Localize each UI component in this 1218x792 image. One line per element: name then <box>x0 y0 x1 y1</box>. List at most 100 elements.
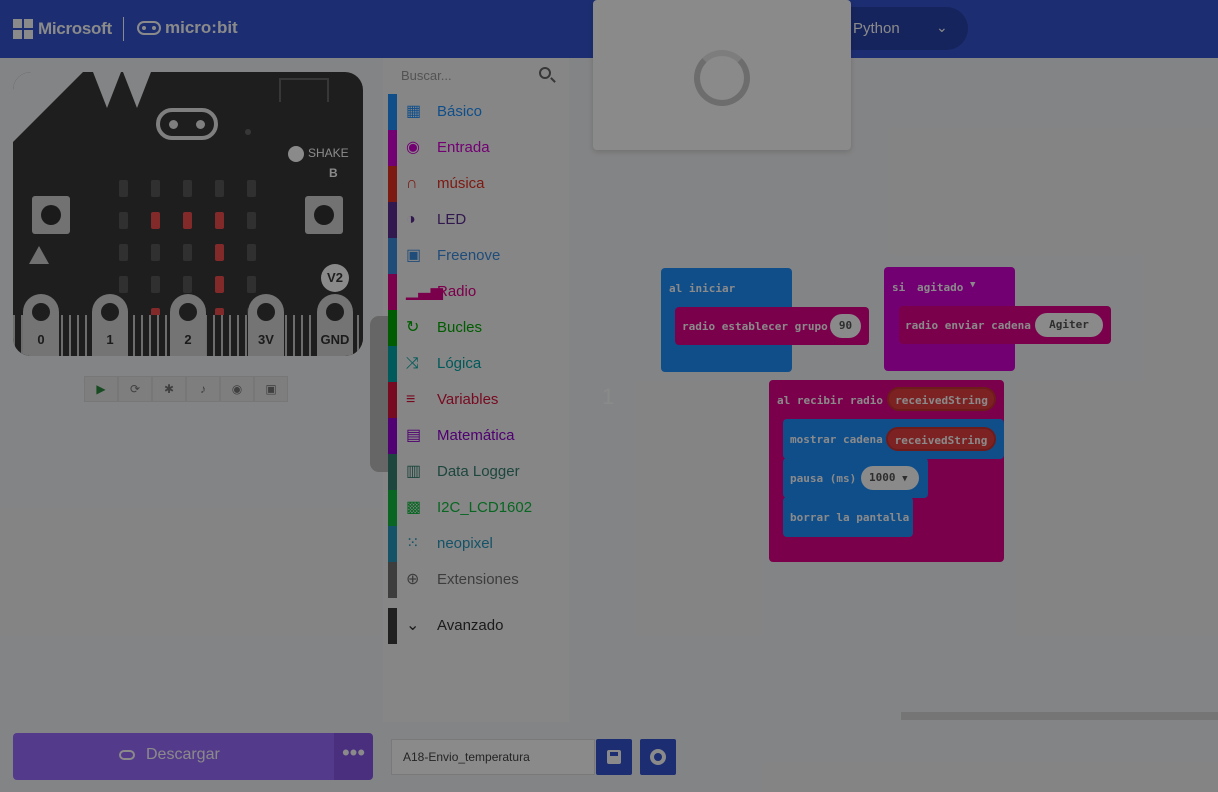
group-value[interactable]: 90 <box>830 314 861 338</box>
signal-icon: ▁▃▅ <box>406 283 443 300</box>
category-label: I2C_LCD1602 <box>437 499 533 516</box>
search-icon[interactable] <box>539 67 551 79</box>
bottom-bar: Descargar ••• <box>0 722 1218 792</box>
category-entrada[interactable]: ◉ Entrada <box>388 130 569 166</box>
category-i2c-lcd1602[interactable]: ▩ I2C_LCD1602 <box>388 490 569 526</box>
restart-icon[interactable]: ⟳ <box>118 376 152 402</box>
category-matem-tica[interactable]: ▤ Matemática <box>388 418 569 454</box>
target-icon: ◉ <box>406 139 420 156</box>
board-corner-cut <box>13 72 83 142</box>
toolbox: Buscar... ▦ Básico ◉ Entrada ∩ música ◑ LED ▣ Fre… <box>370 58 570 723</box>
button-a[interactable] <box>32 196 70 234</box>
sound-icon[interactable]: ♪ <box>186 376 220 402</box>
led-pixel <box>215 276 224 293</box>
pin-label: 3V <box>258 332 274 347</box>
save-button[interactable] <box>596 739 632 775</box>
radio-send-string-block[interactable]: radio enviar cadena Agiter <box>899 306 1111 344</box>
pause-value-text: 1000 <box>869 471 896 484</box>
microphone-logo-icon[interactable] <box>156 108 218 140</box>
horizontal-scrollbar[interactable] <box>901 712 1218 720</box>
category-data-logger[interactable]: ▥ Data Logger <box>388 454 569 490</box>
pin-2[interactable]: 2 <box>170 294 206 356</box>
led-pixel <box>151 212 160 229</box>
received-string-param[interactable]: receivedString <box>887 387 996 411</box>
pause-block[interactable]: pausa (ms) 1000 ▼ <box>783 458 928 498</box>
chevron-down-icon[interactable]: ⌄ <box>936 19 948 36</box>
microsoft-logo-icon <box>13 19 33 39</box>
category-label: Bucles <box>437 319 483 336</box>
category-variables[interactable]: ≡ Variables <box>388 382 569 418</box>
pin-label: GND <box>320 332 350 347</box>
shake-button-icon[interactable] <box>288 146 304 162</box>
more-options-button[interactable]: ••• <box>334 733 373 780</box>
dropdown-arrow-icon[interactable]: ▼ <box>970 280 975 290</box>
project-name-input[interactable] <box>392 740 594 774</box>
category-color-bar <box>388 418 397 454</box>
debug-icon[interactable]: ✱ <box>152 376 186 402</box>
board-notch <box>123 72 151 108</box>
pin-3v[interactable]: 3V <box>248 294 284 356</box>
category-bucles[interactable]: ↻ Bucles <box>388 310 569 346</box>
search-input[interactable]: Buscar... <box>401 68 452 83</box>
shake-label: SHAKE <box>308 146 349 160</box>
category-color-bar <box>388 202 397 238</box>
play-icon[interactable]: ▶ <box>84 376 118 402</box>
pin-gnd[interactable]: GND <box>317 294 353 356</box>
led-pixel <box>151 180 160 197</box>
project-name-field[interactable] <box>391 739 595 775</box>
category-avanzado[interactable]: ⌄ Avanzado <box>388 608 569 644</box>
toolbox-search[interactable]: Buscar... <box>383 58 569 94</box>
category-color-bar <box>388 310 397 346</box>
pin-1[interactable]: 1 <box>92 294 128 356</box>
panel-resize-grip[interactable] <box>370 316 388 472</box>
clear-screen-block[interactable]: borrar la pantalla <box>783 497 913 537</box>
loading-dialog <box>593 0 851 150</box>
github-icon <box>650 749 666 765</box>
header-divider <box>123 17 124 41</box>
microbit-board[interactable]: SHAKE B V2 0 1 2 3V GND <box>13 72 363 356</box>
led-pixel <box>119 276 128 293</box>
gesture-dropdown[interactable]: agitado <box>917 281 963 294</box>
category-l-gica[interactable]: ⤨ Lógica <box>388 346 569 382</box>
github-button[interactable] <box>640 739 676 775</box>
loading-spinner-icon <box>694 50 750 106</box>
on-gesture-label: si <box>892 281 906 294</box>
loop-icon: ↻ <box>406 319 420 336</box>
show-string-block[interactable]: mostrar cadena receivedString <box>783 419 1004 459</box>
pin-0[interactable]: 0 <box>23 294 59 356</box>
blocks-workspace[interactable]: 1 al iniciar radio establecer grupo 90 s… <box>569 0 1218 722</box>
download-button[interactable]: Descargar <box>13 733 334 780</box>
radio-set-group-block[interactable]: radio establecer grupo 90 <box>675 307 869 345</box>
category-label: Entrada <box>437 139 490 156</box>
category-extensiones[interactable]: ⊕ Extensiones <box>388 562 569 598</box>
screenshot-icon[interactable]: ◉ <box>220 376 254 402</box>
category-m-sica[interactable]: ∩ música <box>388 166 569 202</box>
category-label: Avanzado <box>437 617 504 634</box>
radio-set-group-label: radio establecer grupo <box>682 320 828 333</box>
category-b-sico[interactable]: ▦ Básico <box>388 94 569 130</box>
category-color-bar <box>388 526 397 562</box>
button-b-label: B <box>329 166 338 180</box>
category-color-bar <box>388 166 397 202</box>
category-radio[interactable]: ▁▃▅ Radio <box>388 274 569 310</box>
pin-label: 1 <box>106 332 114 347</box>
led-pixel <box>119 212 128 229</box>
lines-icon: ≡ <box>406 391 416 408</box>
fullscreen-icon[interactable]: ▣ <box>254 376 288 402</box>
calculator-icon: ▤ <box>406 427 422 444</box>
category-led[interactable]: ◑ LED <box>388 202 569 238</box>
table-icon: ▥ <box>406 463 422 480</box>
category-label: Extensiones <box>437 571 519 588</box>
toggle-icon: ◑ <box>406 211 416 228</box>
save-icon <box>607 750 621 764</box>
category-freenove[interactable]: ▣ Freenove <box>388 238 569 274</box>
string-value[interactable]: Agiter <box>1035 313 1103 337</box>
pause-value[interactable]: 1000 ▼ <box>861 466 919 490</box>
python-mode-label[interactable]: Python <box>853 20 900 37</box>
button-b[interactable] <box>305 196 343 234</box>
pin-label: 2 <box>184 332 192 347</box>
led-pixel <box>183 276 192 293</box>
category-neopixel[interactable]: ⁙ neopixel <box>388 526 569 562</box>
received-string-value[interactable]: receivedString <box>886 427 996 451</box>
led-pixel <box>119 180 128 197</box>
